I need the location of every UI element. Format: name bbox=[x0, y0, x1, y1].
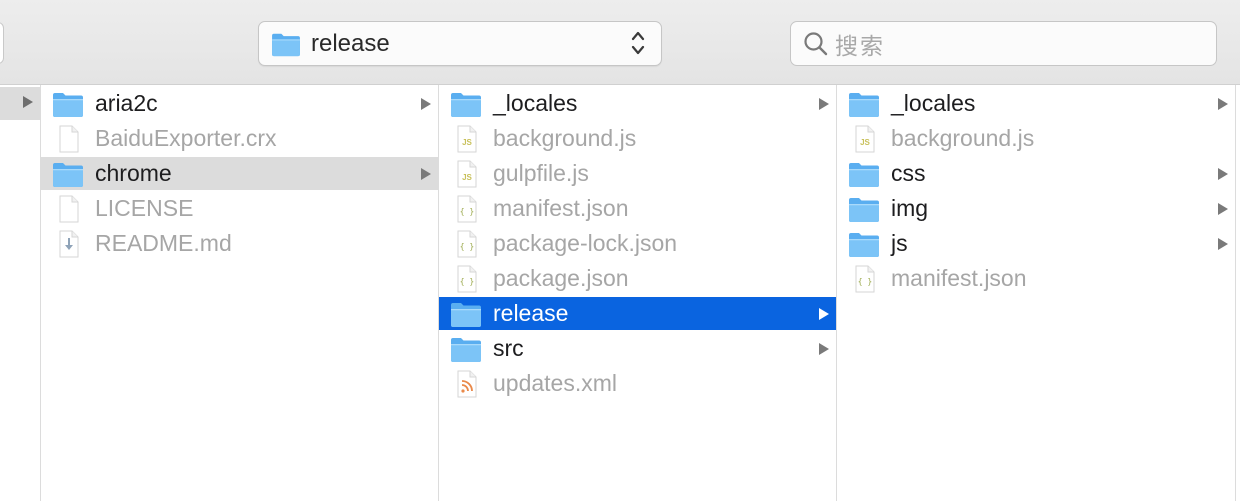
folder-row-locales[interactable]: _locales bbox=[837, 87, 1235, 120]
disclosure-arrow-icon bbox=[1217, 167, 1229, 186]
doc-icon bbox=[52, 125, 84, 153]
file-row-manifest-json[interactable]: { } manifest.json bbox=[837, 262, 1235, 295]
disclosure-arrow-icon bbox=[818, 97, 830, 116]
item-name: README.md bbox=[95, 230, 232, 256]
folder-icon bbox=[848, 90, 880, 118]
js-icon: JS bbox=[450, 160, 482, 188]
column-browser: aria2c BaiduExporter.crx chrome LICENSE READ… bbox=[0, 85, 1240, 501]
file-row-gulpfile-js[interactable]: JS gulpfile.js bbox=[439, 157, 836, 190]
folder-row-js[interactable]: js bbox=[837, 227, 1235, 260]
folder-row-chrome[interactable]: chrome bbox=[41, 157, 438, 190]
search-placeholder: 搜索 bbox=[835, 32, 885, 59]
folder-icon bbox=[52, 90, 84, 118]
path-popup-label: release bbox=[311, 29, 390, 57]
file-row-package-lock-json[interactable]: { } package-lock.json bbox=[439, 227, 836, 260]
path-popup-button[interactable]: release bbox=[258, 21, 662, 66]
item-name: background.js bbox=[493, 125, 637, 151]
folder-row-release[interactable]: release bbox=[439, 297, 836, 330]
file-row-updates-xml[interactable]: updates.xml bbox=[439, 367, 836, 400]
file-row-background-js[interactable]: JS background.js bbox=[439, 122, 836, 155]
column-2[interactable]: _locales JS background.js JS gulpfile.js { } m… bbox=[439, 85, 837, 501]
item-name: css bbox=[891, 160, 926, 186]
folder-icon bbox=[271, 31, 301, 57]
disclosure-arrow-icon bbox=[1217, 237, 1229, 256]
svg-text:JS: JS bbox=[860, 138, 870, 147]
search-icon bbox=[804, 31, 828, 55]
rss-icon bbox=[450, 370, 482, 398]
svg-text:JS: JS bbox=[462, 138, 472, 147]
disclosure-arrow-icon bbox=[1217, 97, 1229, 116]
json-icon: { } bbox=[450, 230, 482, 258]
file-row-manifest-json[interactable]: { } manifest.json bbox=[439, 192, 836, 225]
disclosure-arrow-icon bbox=[23, 96, 33, 108]
column-1[interactable]: aria2c BaiduExporter.crx chrome LICENSE READ… bbox=[41, 85, 439, 501]
file-row-background-js[interactable]: JS background.js bbox=[837, 122, 1235, 155]
folder-row-src[interactable]: src bbox=[439, 332, 836, 365]
item-name: js bbox=[891, 230, 908, 256]
json-icon: { } bbox=[450, 265, 482, 293]
item-name: package.json bbox=[493, 265, 629, 291]
file-row-readme-md[interactable]: README.md bbox=[41, 227, 438, 260]
disclosure-arrow-icon bbox=[818, 307, 830, 326]
item-name: package-lock.json bbox=[493, 230, 678, 256]
markdown-icon bbox=[52, 230, 84, 258]
item-name: img bbox=[891, 195, 929, 221]
item-name: release bbox=[493, 300, 569, 326]
item-name: chrome bbox=[95, 160, 172, 186]
file-row-license[interactable]: LICENSE bbox=[41, 192, 438, 225]
folder-row-img[interactable]: img bbox=[837, 192, 1235, 225]
folder-icon bbox=[450, 90, 482, 118]
svg-text:{ }: { } bbox=[460, 242, 474, 251]
item-name: _locales bbox=[493, 90, 578, 116]
item-name: aria2c bbox=[95, 90, 158, 116]
disclosure-arrow-icon bbox=[420, 167, 432, 186]
finder-toolbar: release 搜索 bbox=[0, 0, 1240, 85]
folder-icon bbox=[848, 160, 880, 188]
folder-row-css[interactable]: css bbox=[837, 157, 1235, 190]
item-name: updates.xml bbox=[493, 370, 618, 396]
folder-icon bbox=[450, 300, 482, 328]
item-name: background.js bbox=[891, 125, 1035, 151]
disclosure-arrow-icon bbox=[420, 97, 432, 116]
svg-text:{ }: { } bbox=[460, 207, 474, 216]
folder-row-aria2c[interactable]: aria2c bbox=[41, 87, 438, 120]
item-name: src bbox=[493, 335, 524, 361]
svg-text:{ }: { } bbox=[460, 277, 474, 286]
js-icon: JS bbox=[450, 125, 482, 153]
file-row-baiduexporter-crx[interactable]: BaiduExporter.crx bbox=[41, 122, 438, 155]
up-down-chevron-icon bbox=[631, 31, 645, 55]
search-field[interactable]: 搜索 bbox=[790, 21, 1217, 66]
svg-text:{ }: { } bbox=[858, 277, 872, 286]
js-icon: JS bbox=[848, 125, 880, 153]
column-3[interactable]: _locales JS background.js css img js { } manife… bbox=[837, 85, 1236, 501]
svg-text:JS: JS bbox=[462, 173, 472, 182]
selected-row-strip bbox=[0, 87, 40, 120]
json-icon: { } bbox=[450, 195, 482, 223]
doc-icon bbox=[52, 195, 84, 223]
json-icon: { } bbox=[848, 265, 880, 293]
column-parent-stub[interactable] bbox=[0, 85, 41, 501]
folder-icon bbox=[52, 160, 84, 188]
file-row-package-json[interactable]: { } package.json bbox=[439, 262, 836, 295]
item-name: manifest.json bbox=[891, 265, 1027, 291]
folder-row-locales[interactable]: _locales bbox=[439, 87, 836, 120]
item-name: manifest.json bbox=[493, 195, 629, 221]
disclosure-arrow-icon bbox=[1217, 202, 1229, 221]
item-name: LICENSE bbox=[95, 195, 194, 221]
folder-icon bbox=[848, 230, 880, 258]
disclosure-arrow-icon bbox=[818, 342, 830, 361]
folder-icon bbox=[848, 195, 880, 223]
item-name: gulpfile.js bbox=[493, 160, 589, 186]
folder-icon bbox=[450, 335, 482, 363]
item-name: BaiduExporter.crx bbox=[95, 125, 277, 151]
toolbar-left-control[interactable] bbox=[0, 22, 4, 64]
item-name: _locales bbox=[891, 90, 976, 116]
